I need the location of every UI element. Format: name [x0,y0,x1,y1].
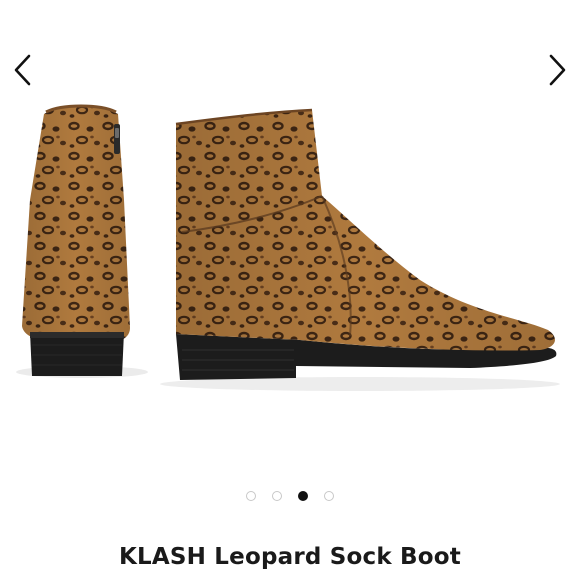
boot-back-view [16,104,148,378]
product-image-carousel[interactable] [0,0,580,470]
carousel-dot-4[interactable] [324,491,334,501]
carousel-dot-2[interactable] [272,491,282,501]
chevron-right-icon [549,54,566,86]
carousel-pagination [0,491,580,501]
product-title: KLASH Leopard Sock Boot [119,544,461,570]
chevron-left-icon [14,54,31,86]
boot-side-view [160,108,560,391]
next-image-button[interactable] [536,48,580,92]
carousel-dot-1[interactable] [246,491,256,501]
previous-image-button[interactable] [0,48,44,92]
product-photo [16,104,560,391]
carousel-dot-3[interactable] [298,491,308,501]
